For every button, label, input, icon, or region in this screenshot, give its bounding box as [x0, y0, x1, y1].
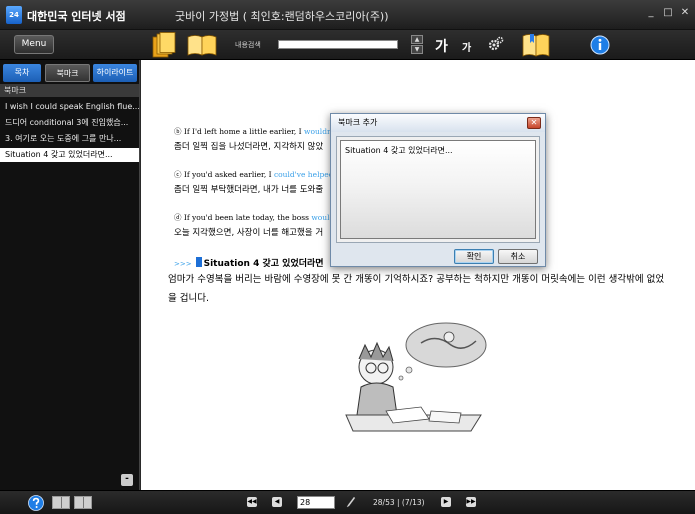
dialog-close-button[interactable]: ✕	[527, 117, 541, 129]
page-count: 28/53 | (7/13)	[373, 498, 425, 507]
sidebar-collapse-button[interactable]: -	[121, 474, 133, 486]
double-page-view-icon[interactable]	[74, 496, 92, 509]
paragraph-line-1: 엄마가 수영복을 버리는 바람에 수영장에 못 간 개똥이 기억하시죠? 공부하…	[168, 274, 665, 285]
example-d-korean: 오늘 지각했으면, 사장이 너를 해고했을 거	[174, 228, 324, 238]
gear-icon[interactable]	[488, 36, 504, 52]
font-increase-button[interactable]: 가	[435, 36, 448, 56]
book-title: 굿바이 가정법 ( 최인호:랜덤하우스코리아(주))	[175, 10, 389, 23]
tab-highlight[interactable]: 하이라이트	[93, 64, 137, 82]
bookmark-book-icon[interactable]	[522, 33, 550, 57]
boy-studying-illustration	[345, 322, 487, 432]
sidebar-header: 북마크	[0, 84, 139, 97]
example-c-text: ⓒ If you'd asked earlier, I	[174, 170, 274, 179]
ok-button[interactable]: 확인	[454, 249, 494, 264]
section-heading: >>> Situation 4 갖고 있었더라면	[174, 256, 324, 269]
paragraph-line-2: 을 겁니다.	[168, 293, 209, 304]
title-bar: 24 대한민국 인터넷 서점 굿바이 가정법 ( 최인호:랜덤하우스코리아(주)…	[0, 0, 695, 30]
toolbar: Menu 내용검색 ▲ ▼ 가 가	[0, 30, 695, 60]
dialog-body: Situation 4 갖고 있었더라면...	[336, 136, 540, 243]
list-item[interactable]: 3. 여기로 오는 도중에 그를 만나...	[0, 132, 139, 146]
documents-icon[interactable]	[152, 32, 176, 58]
bookmark-list: I wish I could speak English flue... 드디어…	[0, 100, 139, 164]
open-book-icon[interactable]	[187, 34, 217, 56]
section-arrow: >>>	[174, 260, 192, 268]
minimize-button[interactable]: _	[645, 7, 657, 19]
app-name: 대한민국 인터넷 서점	[27, 10, 126, 23]
search-label: 내용검색	[235, 41, 261, 49]
example-c-english: ⓒ If you'd asked earlier, I could've hel…	[174, 169, 345, 180]
last-page-button[interactable]: ▶▶	[466, 497, 476, 507]
example-b-korean: 좀더 일찍 집을 나섰더라면, 지각하지 않았	[174, 142, 324, 152]
font-decrease-button[interactable]: 가	[462, 39, 471, 54]
example-c-highlight: could've helped	[273, 170, 334, 179]
pen-icon[interactable]	[346, 496, 356, 508]
first-page-button[interactable]: ◀◀	[247, 497, 257, 507]
bookmark-name-input[interactable]: Situation 4 갖고 있었더라면...	[340, 140, 536, 239]
maximize-button[interactable]: □	[662, 7, 674, 19]
tab-bookmark[interactable]: 북마크	[45, 64, 90, 82]
menu-button[interactable]: Menu	[14, 35, 54, 54]
ebook-reader-window: 24 대한민국 인터넷 서점 굿바이 가정법 ( 최인호:랜덤하우스코리아(주)…	[0, 0, 695, 514]
example-b-english: ⓑ If I'd left home a little earlier, I w…	[174, 126, 349, 137]
section-title: Situation 4 갖고 있었더라면	[203, 259, 324, 269]
example-d-english: ⓓ If you'd been late today, the boss wou…	[174, 212, 345, 223]
single-page-view-icon[interactable]	[52, 496, 70, 509]
search-prev-button[interactable]: ▲	[411, 35, 423, 44]
cancel-button[interactable]: 취소	[498, 249, 538, 264]
example-d-text: ⓓ If you'd been late today, the boss	[174, 213, 312, 222]
close-button[interactable]: ✕	[679, 7, 691, 19]
list-item-selected[interactable]: Situation 4 갖고 있었더라면...	[0, 148, 139, 162]
prev-page-button[interactable]: ◀	[272, 497, 282, 507]
search-input[interactable]	[278, 40, 398, 49]
tab-toc[interactable]: 목차	[3, 64, 41, 82]
page-number-input[interactable]: 28	[297, 496, 335, 509]
list-item[interactable]: I wish I could speak English flue...	[0, 100, 139, 114]
search-next-button[interactable]: ▼	[411, 45, 423, 54]
info-icon[interactable]	[590, 35, 610, 55]
list-item[interactable]: 드디어 conditional 3에 진입했습...	[0, 116, 139, 130]
sidebar: 목차 북마크 하이라이트 북마크 I wish I could speak En…	[0, 60, 140, 490]
bookmark-flag-icon	[195, 257, 202, 267]
add-bookmark-dialog: 북마크 추가 ✕ Situation 4 갖고 있었더라면... 확인 취소	[330, 113, 546, 267]
search-spinner: ▲ ▼	[411, 35, 423, 55]
example-c-korean: 좀더 일찍 부탁했더라면, 내가 너를 도와줄	[174, 185, 324, 195]
next-page-button[interactable]: ▶	[441, 497, 451, 507]
help-icon[interactable]	[28, 495, 44, 511]
example-b-text: ⓑ If I'd left home a little earlier, I	[174, 127, 305, 136]
bottom-bar: ◀◀ ◀ 28 28/53 | (7/13) ▶ ▶▶	[0, 490, 695, 514]
app-logo-icon: 24	[6, 6, 22, 24]
dialog-title: 북마크 추가	[331, 114, 545, 132]
